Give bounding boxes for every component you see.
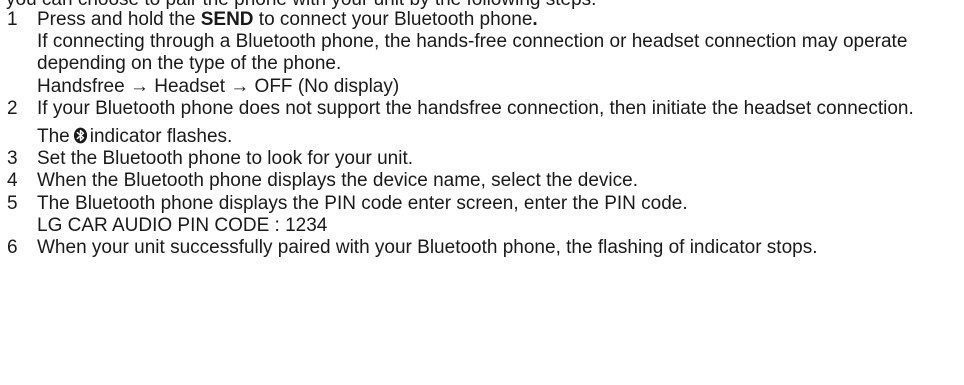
pin-code-text: LG CAR AUDIO PIN CODE : 1234 — [37, 214, 328, 236]
pairing-steps-list: 1 Press and hold the SEND to connect you… — [0, 9, 964, 259]
step-text: The Bluetooth phone displays the PIN cod… — [37, 193, 952, 237]
step-3: 3 Set the Bluetooth phone to look for yo… — [0, 148, 964, 170]
step-number: 3 — [7, 148, 18, 170]
step-5: 5 The Bluetooth phone displays the PIN c… — [0, 193, 964, 237]
step-1-instruction: Press and hold the SEND to connect your … — [37, 9, 538, 30]
step-text: If your Bluetooth phone does not support… — [37, 98, 952, 148]
step-number: 1 — [7, 9, 18, 30]
step-3-instruction: Set the Bluetooth phone to look for your… — [37, 148, 414, 170]
step-text: Set the Bluetooth phone to look for your… — [37, 148, 952, 170]
step-number: 4 — [7, 170, 18, 192]
step-4-instruction: When the Bluetooth phone displays the de… — [37, 170, 638, 192]
step-5-instruction: The Bluetooth phone displays the PIN cod… — [37, 192, 688, 214]
step-number: 6 — [7, 237, 18, 259]
step-1: 1 Press and hold the SEND to connect you… — [0, 9, 964, 98]
connection-mode-sequence: Handsfree → Headset → OFF (No display) — [37, 75, 400, 97]
step-6: 6 When your unit successfully paired wit… — [0, 237, 964, 259]
step-text: When the Bluetooth phone displays the de… — [37, 170, 952, 192]
step-2: 2 If your Bluetooth phone does not suppo… — [0, 98, 964, 148]
step-text: When your unit successfully paired with … — [37, 237, 952, 259]
step-number: 5 — [7, 192, 18, 214]
bluetooth-icon — [73, 127, 87, 144]
step-number: 2 — [7, 97, 18, 119]
step-1-note: If connecting through a Bluetooth phone,… — [37, 31, 908, 75]
manual-page: you can choose to pair the phone with yo… — [0, 0, 964, 385]
step-2-instruction: If your Bluetooth phone does not support… — [37, 97, 914, 119]
step-6-instruction: When your unit successfully paired with … — [37, 237, 818, 259]
send-button-label: SEND — [200, 9, 254, 30]
step-2-indicator-note: The indicator flashes. — [37, 126, 233, 148]
step-text: Press and hold the SEND to connect your … — [37, 9, 952, 98]
step-4: 4 When the Bluetooth phone displays the … — [0, 170, 964, 192]
